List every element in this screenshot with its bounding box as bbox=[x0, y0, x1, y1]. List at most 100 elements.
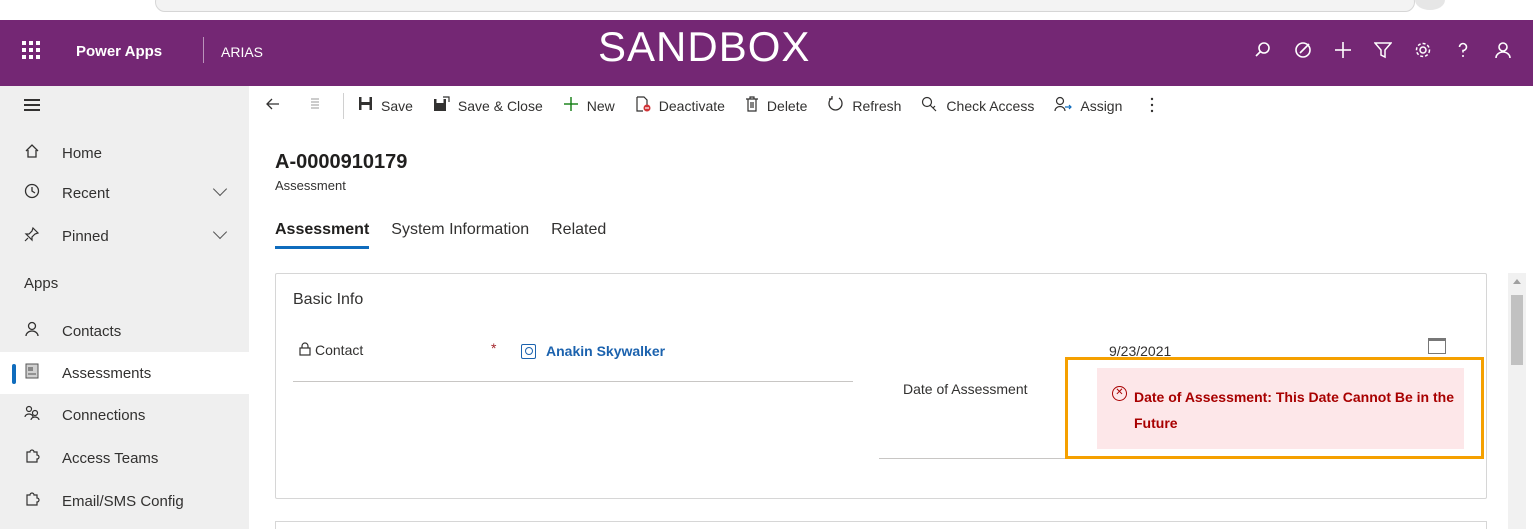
command-separator bbox=[343, 93, 344, 119]
date-of-assessment-label: Date of Assessment bbox=[903, 381, 1028, 397]
hamburger-menu-icon[interactable] bbox=[24, 99, 40, 111]
contact-entity-icon bbox=[521, 343, 536, 359]
error-message: Date of Assessment: This Date Cannot Be … bbox=[1134, 389, 1454, 431]
sidebar-item-label: Contacts bbox=[62, 322, 122, 340]
save-close-icon bbox=[433, 95, 450, 117]
browser-address-bar[interactable] bbox=[155, 0, 1415, 12]
record-entity-name: Assessment bbox=[275, 178, 346, 193]
refresh-button[interactable]: Refresh bbox=[817, 86, 911, 126]
person-icon bbox=[0, 321, 62, 341]
deactivate-label: Deactivate bbox=[658, 98, 725, 114]
browser-address-strip bbox=[0, 0, 1533, 20]
form-scrollbar[interactable] bbox=[1508, 273, 1526, 529]
new-button[interactable]: New bbox=[553, 86, 625, 126]
apps-heading: Apps bbox=[24, 275, 59, 292]
save-close-label: Save & Close bbox=[457, 98, 543, 114]
sidebar-item-assessments[interactable]: Assessments bbox=[0, 352, 249, 394]
connections-icon bbox=[0, 405, 62, 425]
date-field-underline bbox=[879, 458, 1079, 459]
scroll-up-arrow-icon[interactable] bbox=[1513, 279, 1521, 284]
delete-button[interactable]: Delete bbox=[735, 86, 817, 126]
refresh-icon bbox=[827, 95, 844, 117]
section-title: Basic Info bbox=[293, 291, 364, 308]
contact-lookup-value[interactable]: Anakin Skywalker bbox=[521, 343, 665, 359]
pin-icon bbox=[0, 226, 62, 246]
assign-button[interactable]: Assign bbox=[1044, 86, 1132, 126]
help-icon[interactable] bbox=[1443, 34, 1483, 66]
search-icon[interactable] bbox=[1243, 34, 1283, 66]
header-divider bbox=[203, 37, 204, 63]
puzzle-icon bbox=[0, 448, 62, 468]
form-selector-button[interactable] bbox=[299, 86, 339, 126]
deactivate-button[interactable]: Deactivate bbox=[625, 86, 735, 126]
delete-label: Delete bbox=[766, 98, 808, 114]
tab-related[interactable]: Related bbox=[551, 221, 606, 249]
sidebar-item-contacts[interactable]: Contacts bbox=[0, 310, 249, 352]
assessment-icon bbox=[0, 363, 62, 383]
sidebar-item-label: Pinned bbox=[62, 227, 109, 245]
sidebar-item-pinned[interactable]: Pinned bbox=[0, 215, 249, 257]
lock-icon bbox=[299, 342, 311, 361]
sidebar-item-label: Email/SMS Config bbox=[62, 492, 184, 510]
deactivate-icon bbox=[635, 95, 651, 117]
contact-name[interactable]: Anakin Skywalker bbox=[546, 343, 665, 359]
header-actions bbox=[1243, 34, 1523, 66]
sidebar-item-label: Access Teams bbox=[62, 449, 159, 467]
required-indicator: * bbox=[491, 340, 497, 356]
field-error-notification: ✕ Date of Assessment: This Date Cannot B… bbox=[1097, 368, 1464, 449]
save-button[interactable]: Save bbox=[348, 86, 423, 126]
contact-field-underline bbox=[293, 381, 853, 382]
plus-icon[interactable] bbox=[1323, 34, 1363, 66]
form-tabs: Assessment System Information Related bbox=[275, 221, 628, 249]
sidebar-item-label: Assessments bbox=[62, 364, 152, 382]
puzzle-icon bbox=[0, 491, 62, 511]
save-label: Save bbox=[381, 98, 413, 114]
sidebar-item-label: Home bbox=[62, 144, 103, 162]
record-title: A-0000910179 bbox=[275, 151, 408, 173]
command-bar: Save Save & Close New Deactivate Delete … bbox=[249, 86, 1533, 126]
brand-name[interactable]: Power Apps bbox=[76, 43, 162, 60]
browser-profile-button[interactable] bbox=[1415, 0, 1445, 10]
sidebar-item-connections[interactable]: Connections bbox=[0, 394, 249, 436]
settings-icon[interactable] bbox=[1403, 34, 1443, 66]
chevron-down-icon[interactable] bbox=[212, 181, 228, 197]
error-circle-icon: ✕ bbox=[1112, 386, 1127, 401]
tab-system-information[interactable]: System Information bbox=[391, 221, 529, 249]
error-highlight-box: ✕ Date of Assessment: This Date Cannot B… bbox=[1065, 357, 1484, 459]
user-icon[interactable] bbox=[1483, 34, 1523, 66]
sidebar-item-label: Connections bbox=[62, 406, 146, 424]
new-label: New bbox=[586, 98, 615, 114]
back-button[interactable] bbox=[249, 86, 299, 126]
check-access-button[interactable]: Check Access bbox=[911, 86, 1044, 126]
tab-assessment[interactable]: Assessment bbox=[275, 221, 370, 249]
key-icon bbox=[921, 96, 938, 117]
sidebar-item-access-teams[interactable]: Access Teams bbox=[0, 437, 249, 479]
app-name[interactable]: ARIAS bbox=[221, 44, 263, 60]
form-list-icon bbox=[309, 97, 321, 116]
trash-icon bbox=[745, 95, 759, 117]
refresh-label: Refresh bbox=[852, 98, 902, 114]
sidebar-item-recent[interactable]: Recent bbox=[0, 172, 249, 214]
more-vertical-icon bbox=[1150, 97, 1154, 116]
sitemap-sidebar: Home Recent Pinned Apps Contacts Assessm… bbox=[0, 86, 249, 529]
arrow-left-icon bbox=[265, 96, 281, 117]
sidebar-item-label: Recent bbox=[62, 184, 110, 202]
app-header: Power Apps ARIAS SANDBOX bbox=[0, 20, 1533, 86]
target-icon[interactable] bbox=[1283, 34, 1323, 66]
environment-banner: SANDBOX bbox=[598, 23, 811, 70]
more-commands-button[interactable] bbox=[1132, 86, 1164, 126]
save-and-close-button[interactable]: Save & Close bbox=[423, 86, 553, 126]
calendar-icon[interactable] bbox=[1428, 338, 1446, 354]
filter-icon[interactable] bbox=[1363, 34, 1403, 66]
chevron-down-icon[interactable] bbox=[212, 224, 228, 240]
check-access-label: Check Access bbox=[946, 98, 1035, 114]
plus-icon bbox=[563, 96, 579, 117]
scrollbar-thumb[interactable] bbox=[1511, 295, 1523, 365]
home-icon bbox=[0, 143, 62, 163]
sidebar-item-home[interactable]: Home bbox=[0, 132, 249, 174]
clock-icon bbox=[0, 183, 62, 203]
sidebar-item-email-sms-config[interactable]: Email/SMS Config bbox=[0, 480, 249, 522]
assign-user-icon bbox=[1054, 96, 1073, 117]
next-section-edge bbox=[275, 521, 1487, 529]
app-launcher-icon[interactable] bbox=[22, 41, 40, 59]
